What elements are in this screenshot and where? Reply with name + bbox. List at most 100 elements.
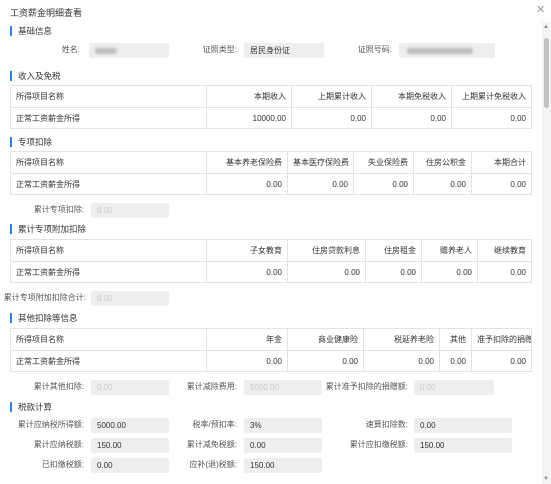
income-header-current: 本期收入	[206, 85, 292, 108]
id-no-label: 证照号码:	[357, 45, 392, 54]
special-header-unemployment: 失业保险费	[353, 151, 414, 174]
additional-cell-education: 0.00	[477, 261, 532, 283]
income-cell-prev-exempt: 0.00	[451, 107, 532, 129]
special-header-name: 所得项目名称	[10, 151, 207, 174]
section-other-title: 其他扣除等信息	[10, 313, 78, 323]
special-header-pension: 基本养老保险费	[206, 151, 288, 174]
special-cell-housing-fund: 0.00	[413, 173, 472, 195]
tax-paid-label: 已扣缴税额:	[41, 460, 84, 469]
tax-refund-label: 应补(退)税额:	[189, 460, 237, 469]
scroll-down-arrow-icon[interactable]: ▼	[543, 476, 549, 482]
payroll-detail-dialog: 工资薪金明细查看 ✕ 基础信息 姓名: 证照类型: 居民身份证 证照号码: 收入…	[0, 0, 551, 484]
scrollbar-thumb[interactable]	[544, 38, 549, 108]
tax-rate-label: 税率/预扣率:	[192, 420, 237, 429]
income-header-prev-cum: 上期累计收入	[291, 85, 372, 108]
section-special-title: 专项扣除	[10, 137, 52, 147]
other-cell-name: 正常工资薪金所得	[10, 350, 207, 372]
donation-deduction-label: 累计准予扣除的捐赠额:	[325, 382, 408, 391]
other-header-annuity: 年金	[206, 328, 288, 351]
id-type-field: 居民身份证	[244, 43, 324, 58]
special-cell-pension: 0.00	[206, 173, 288, 195]
income-header-name: 所得项目名称	[10, 85, 207, 108]
donation-deduction-field: 0.00	[414, 380, 494, 395]
tax-rate-field: 3%	[244, 418, 322, 433]
taxable-income-label: 累计应纳税所得额:	[17, 420, 84, 429]
special-cell-total: 0.00	[471, 173, 532, 195]
tax-refund-field: 150.00	[244, 458, 322, 473]
other-cell-health-insurance: 0.00	[287, 350, 364, 372]
special-cell-medical: 0.00	[287, 173, 354, 195]
income-cell-prev-cum: 0.00	[291, 107, 372, 129]
tax-reduction-field: 0.00	[244, 438, 322, 453]
section-basic-title: 基础信息	[10, 26, 52, 36]
redacted-name	[95, 48, 117, 54]
table-row: 正常工资薪金所得 0.00 0.00 0.00 0.00 0.00	[10, 173, 532, 195]
additional-header-name: 所得项目名称	[10, 239, 207, 262]
special-total-label: 累计专项扣除:	[33, 205, 84, 214]
income-cell-current: 10000.00	[206, 107, 292, 129]
dialog-title: 工资薪金明细查看	[10, 8, 83, 18]
special-table: 所得项目名称 基本养老保险费 基本医疗保险费 失业保险费 住房公积金 本期合计 …	[10, 151, 532, 195]
income-cell-name: 正常工资薪金所得	[10, 107, 207, 129]
additional-total-label: 累计专项附加扣除合计:	[3, 293, 86, 302]
id-type-label: 证照类型:	[202, 45, 237, 54]
tax-payable-label: 累计应纳税额:	[33, 440, 84, 449]
special-header-total: 本期合计	[471, 151, 532, 174]
other-header-health-insurance: 商业健康险	[287, 328, 364, 351]
other-cell-other: 0.00	[439, 350, 472, 372]
additional-header-loan-interest: 住房贷款利息	[287, 239, 366, 262]
tax-withholding-label: 累计应扣缴税额:	[349, 440, 408, 449]
taxable-income-field: 5000.00	[91, 418, 169, 433]
cumulative-deduction-label: 累计减除费用:	[186, 382, 237, 391]
additional-header-children: 子女教育	[206, 239, 288, 262]
other-table: 所得项目名称 年金 商业健康险 税延养老险 其他 准予扣除的捐赠额 正常工资薪金…	[10, 328, 532, 372]
income-header-prev-exempt: 上期累计免税收入	[451, 85, 532, 108]
other-deduction-label: 累计其他扣除:	[33, 382, 84, 391]
additional-cell-rent: 0.00	[365, 261, 422, 283]
vertical-scrollbar[interactable]: ▲ ▼	[542, 22, 551, 484]
other-deduction-field: 0.00	[91, 380, 169, 395]
tax-reduction-label: 累计减免税额:	[186, 440, 237, 449]
other-header-name: 所得项目名称	[10, 328, 207, 351]
quick-deduction-label: 速算扣除数:	[365, 420, 408, 429]
special-cell-name: 正常工资薪金所得	[10, 173, 207, 195]
section-tax-title: 税款计算	[10, 402, 52, 412]
additional-cell-children: 0.00	[206, 261, 288, 283]
special-header-housing-fund: 住房公积金	[413, 151, 472, 174]
tax-payable-field: 150.00	[91, 438, 169, 453]
tax-paid-field: 0.00	[91, 458, 169, 473]
dialog-body: 基础信息 姓名: 证照类型: 居民身份证 证照号码: 收入及免税 所得项目名称 …	[0, 22, 541, 484]
special-cell-unemployment: 0.00	[353, 173, 414, 195]
additional-header-education: 继续教育	[477, 239, 532, 262]
other-header-pension-insurance: 税延养老险	[363, 328, 440, 351]
cumulative-deduction-field: 5000.00	[244, 380, 322, 395]
other-header-other: 其他	[439, 328, 472, 351]
name-label: 姓名:	[61, 45, 80, 54]
name-field	[89, 43, 169, 58]
table-row: 正常工资薪金所得 0.00 0.00 0.00 0.00 0.00	[10, 261, 532, 283]
close-icon[interactable]: ✕	[536, 3, 545, 16]
tax-withholding-field: 150.00	[414, 438, 512, 453]
special-total-field: 0.00	[91, 203, 169, 218]
quick-deduction-field: 0.00	[414, 418, 512, 433]
section-additional-title: 累计专项附加扣除	[10, 224, 86, 234]
income-cell-current-exempt: 0.00	[371, 107, 452, 129]
table-row: 正常工资薪金所得 10000.00 0.00 0.00 0.00	[10, 107, 532, 129]
additional-total-field: 0.00	[91, 291, 169, 306]
additional-cell-name: 正常工资薪金所得	[10, 261, 207, 283]
other-cell-donation: 0.00	[471, 350, 532, 372]
id-no-field	[399, 43, 495, 58]
other-cell-pension-insurance: 0.00	[363, 350, 440, 372]
additional-cell-loan-interest: 0.00	[287, 261, 366, 283]
scroll-up-arrow-icon[interactable]: ▲	[543, 24, 549, 30]
table-row: 正常工资薪金所得 0.00 0.00 0.00 0.00 0.00	[10, 350, 532, 372]
section-income-title: 收入及免税	[10, 71, 61, 81]
additional-table: 所得项目名称 子女教育 住房贷款利息 住房租金 赡养老人 继续教育 正常工资薪金…	[10, 239, 532, 283]
additional-header-elderly: 赡养老人	[421, 239, 478, 262]
income-header-current-exempt: 本期免税收入	[371, 85, 452, 108]
additional-cell-elderly: 0.00	[421, 261, 478, 283]
special-header-medical: 基本医疗保险费	[287, 151, 354, 174]
other-header-donation: 准予扣除的捐赠额	[471, 328, 532, 351]
redacted-id-number	[407, 48, 473, 54]
other-cell-annuity: 0.00	[206, 350, 288, 372]
